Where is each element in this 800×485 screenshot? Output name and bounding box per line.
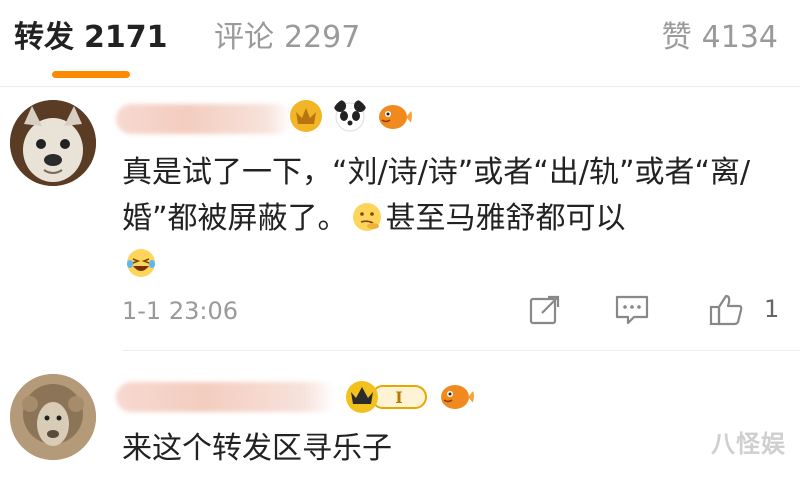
tab-repost-count: 2171 bbox=[84, 20, 168, 55]
gold-badge-icon bbox=[290, 100, 322, 132]
comment-text: 来这个转发区寻乐子 bbox=[122, 431, 392, 466]
thinking-face-emoji bbox=[351, 201, 383, 233]
bulldog-avatar-image bbox=[10, 100, 96, 186]
crown-level-badge-icon: I bbox=[346, 381, 427, 413]
comment-item: I 来这个转发区寻乐子 bbox=[0, 360, 800, 485]
avatar[interactable] bbox=[10, 100, 96, 186]
tab-likes[interactable]: 赞 4134 bbox=[662, 18, 778, 58]
comment-text: 真是试了一下，“刘/诗/诗”或者“出/轨”或者“离/婚”都被屏蔽了。 甚至马雅舒都… bbox=[122, 150, 772, 288]
active-tab-indicator bbox=[52, 71, 130, 78]
username-blurred[interactable] bbox=[116, 382, 336, 412]
username-blurred[interactable] bbox=[116, 104, 292, 134]
panda-icon bbox=[334, 100, 366, 132]
comment-text-part2: 甚至马雅舒都可以 bbox=[385, 201, 626, 236]
tab-comments-count: 2297 bbox=[284, 20, 361, 55]
user-badges: I bbox=[342, 378, 474, 414]
comment-divider bbox=[122, 350, 800, 351]
tab-likes-label: 赞 bbox=[661, 20, 692, 55]
avatar[interactable] bbox=[10, 374, 96, 460]
alpaca-avatar-image bbox=[10, 374, 96, 460]
thumbs-up-icon bbox=[709, 294, 743, 326]
like-button[interactable] bbox=[708, 293, 744, 331]
fish-icon bbox=[379, 105, 412, 129]
share-button[interactable] bbox=[528, 293, 562, 331]
like-count: 1 bbox=[764, 295, 780, 323]
share-icon bbox=[529, 295, 560, 325]
tab-comments[interactable]: 评论 2297 bbox=[214, 18, 360, 58]
tab-repost[interactable]: 转发 2171 bbox=[14, 18, 168, 58]
user-badges bbox=[288, 98, 412, 134]
tab-repost-label: 转发 bbox=[14, 20, 74, 55]
level-label: I bbox=[395, 388, 402, 407]
comment-item: 真是试了一下，“刘/诗/诗”或者“出/轨”或者“离/婚”都被屏蔽了。 甚至马雅舒都… bbox=[0, 92, 800, 351]
laughing-tears-emoji bbox=[125, 247, 157, 279]
tab-likes-count: 4134 bbox=[701, 20, 778, 55]
tab-comments-label: 评论 bbox=[214, 20, 274, 55]
reply-button[interactable] bbox=[614, 293, 650, 331]
comment-icon bbox=[615, 295, 649, 325]
watermark: 八怪娱 bbox=[711, 430, 786, 458]
tab-bar: 转发 2171 评论 2297 赞 4134 bbox=[0, 0, 800, 87]
comment-actions: 1 bbox=[0, 293, 800, 329]
fish-icon bbox=[441, 385, 474, 409]
